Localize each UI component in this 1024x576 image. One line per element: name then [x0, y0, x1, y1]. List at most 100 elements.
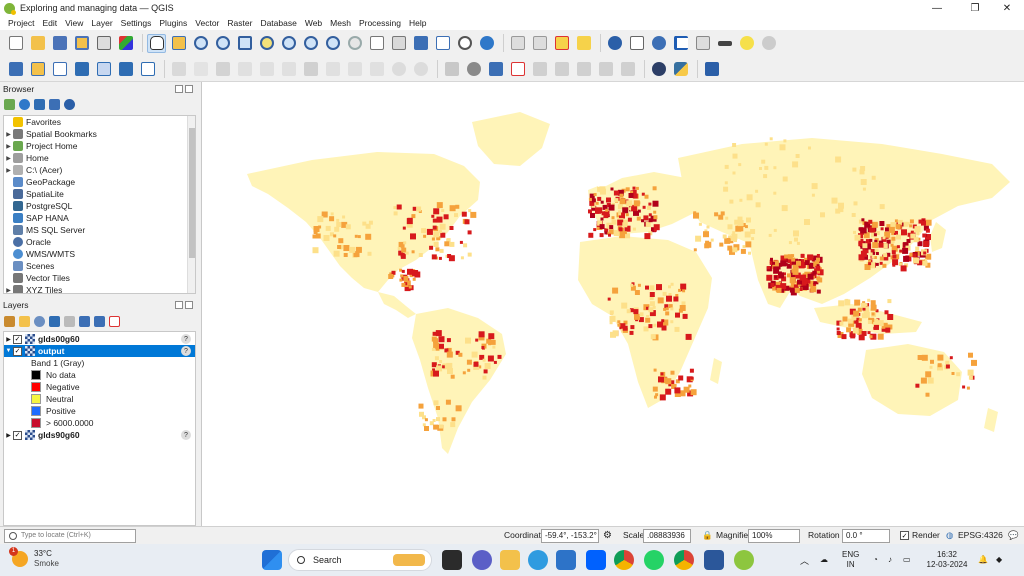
tray-chevron-icon[interactable]: ︿ [800, 556, 809, 566]
help-icon[interactable]: ? [181, 430, 191, 440]
clock[interactable]: 16:32 12-03-2024 [920, 550, 974, 570]
teams-icon[interactable] [472, 550, 492, 570]
bookmark-button[interactable] [411, 34, 430, 53]
browser-item[interactable]: WMS/WMTS [4, 248, 195, 260]
layer-visibility-checkbox[interactable]: ✓ [13, 334, 22, 344]
expand-arrow-icon[interactable]: ▶ [4, 167, 13, 174]
volume-icon[interactable]: ♪ [888, 555, 892, 565]
menu-settings[interactable]: Settings [117, 18, 156, 28]
add-wms-button[interactable] [138, 59, 157, 78]
help-icon[interactable]: ? [181, 334, 191, 344]
maximize-button[interactable]: ❐ [958, 0, 992, 16]
browser-item[interactable]: Oracle [4, 236, 195, 248]
add-layer-icon[interactable] [4, 98, 15, 110]
annotation-button[interactable] [759, 34, 778, 53]
modify-attributes-button[interactable] [279, 59, 298, 78]
deselect-button[interactable] [552, 34, 571, 53]
label-tool-button[interactable] [442, 59, 461, 78]
chrome-icon[interactable] [614, 550, 634, 570]
qgis-taskbar-icon[interactable] [734, 550, 754, 570]
data-source-manager-button[interactable] [6, 59, 25, 78]
menu-edit[interactable]: Edit [38, 18, 61, 28]
browser-item[interactable]: Scenes [4, 260, 195, 272]
layer-visibility-checkbox[interactable]: ✓ [13, 430, 22, 440]
menu-view[interactable]: View [61, 18, 87, 28]
coordinate-field[interactable]: -59.4°, -153.2° [541, 529, 599, 543]
float-panel-icon[interactable] [175, 85, 183, 93]
menu-mesh[interactable]: Mesh [326, 18, 355, 28]
temporal-controller-button[interactable] [455, 34, 474, 53]
add-raster-button[interactable] [116, 59, 135, 78]
menu-layer[interactable]: Layer [87, 18, 116, 28]
copy-features-button[interactable] [345, 59, 364, 78]
browser-item[interactable]: Vector Tiles [4, 272, 195, 284]
refresh-icon[interactable] [19, 98, 30, 110]
refresh-button[interactable] [477, 34, 496, 53]
current-edits-button[interactable] [191, 59, 210, 78]
layer-visibility-checkbox[interactable]: ✓ [13, 346, 22, 356]
help-button[interactable] [702, 59, 721, 78]
add-vector-button[interactable] [28, 59, 47, 78]
manage-map-themes-icon[interactable] [34, 315, 45, 327]
close-button[interactable]: ✕ [990, 0, 1024, 16]
expand-all-icon[interactable] [79, 315, 90, 327]
language-indicator[interactable]: ENG IN [842, 550, 859, 570]
render-checkbox[interactable]: ✓ [900, 531, 909, 540]
cut-features-button[interactable] [323, 59, 342, 78]
menu-project[interactable]: Project [4, 18, 38, 28]
label-pin-button[interactable] [464, 59, 483, 78]
expand-arrow-icon[interactable]: ▶ [4, 287, 13, 294]
show-bookmarks-button[interactable] [433, 34, 452, 53]
battery-icon[interactable]: ▭ [903, 555, 911, 565]
onedrive-icon[interactable]: ☁ [820, 555, 828, 565]
menu-processing[interactable]: Processing [355, 18, 405, 28]
filter-legend-icon[interactable] [49, 315, 60, 327]
layer-styling-icon[interactable] [4, 315, 15, 327]
field-calculator-button[interactable] [693, 34, 712, 53]
lock-icon[interactable]: 🔒 [702, 530, 713, 541]
label-abc-button[interactable] [508, 59, 527, 78]
browser-item[interactable]: ▶ XYZ Tiles [4, 284, 195, 294]
label-rotate-button[interactable] [552, 59, 571, 78]
label-show-button[interactable] [596, 59, 615, 78]
browser-item[interactable]: Favorites [4, 116, 195, 128]
browser-item[interactable]: PostgreSQL [4, 200, 195, 212]
python-console-button[interactable] [671, 59, 690, 78]
toggle-edit-button[interactable] [169, 59, 188, 78]
save-project-button[interactable] [50, 34, 69, 53]
menu-help[interactable]: Help [405, 18, 430, 28]
label-highlight-button[interactable] [486, 59, 505, 78]
paste-features-button[interactable] [367, 59, 386, 78]
georeferencer-button[interactable] [649, 59, 668, 78]
identify-features-button[interactable] [508, 34, 527, 53]
zoom-out-button[interactable] [213, 34, 232, 53]
expand-arrow-icon[interactable]: ▶ [4, 143, 13, 150]
coordinate-toggle-icon[interactable]: ⚙ [603, 530, 612, 541]
browser-scrollbar[interactable] [187, 116, 195, 293]
start-windows-icon[interactable] [262, 550, 282, 570]
statistics-button[interactable] [671, 34, 690, 53]
pan-map-button[interactable] [147, 33, 166, 53]
browser-item[interactable]: SpatiaLite [4, 188, 195, 200]
map-tips-button[interactable] [737, 34, 756, 53]
new-project-button[interactable] [6, 34, 25, 53]
browser-item[interactable]: SAP HANA [4, 212, 195, 224]
layer-row-glds90g60[interactable]: ▶ ✓ glds90g60 ? [4, 429, 195, 441]
edge-icon[interactable] [528, 550, 548, 570]
attribute-table-button[interactable] [627, 34, 646, 53]
magnifier-field[interactable]: 100% [748, 529, 800, 543]
filter-expression-icon[interactable] [64, 315, 75, 327]
menu-web[interactable]: Web [301, 18, 326, 28]
zoom-selection-button[interactable] [257, 34, 276, 53]
collapse-arrow-icon[interactable]: ▼ [4, 348, 13, 354]
rotation-field[interactable]: 0.0 ° [842, 529, 890, 543]
add-mesh-button[interactable] [94, 59, 113, 78]
select-by-value-button[interactable] [574, 34, 593, 53]
layer-row-glds00g60[interactable]: ▶ ✓ glds00g60 ? [4, 333, 195, 345]
locator-bar[interactable]: Type to locate (Ctrl+K) [4, 529, 136, 543]
new-map-view-button[interactable] [367, 34, 386, 53]
copilot-icon[interactable]: ◆ [996, 555, 1002, 565]
dropbox-icon[interactable] [586, 550, 606, 570]
expand-arrow-icon[interactable]: ▶ [4, 432, 13, 439]
scrollbar-thumb[interactable] [189, 128, 195, 258]
